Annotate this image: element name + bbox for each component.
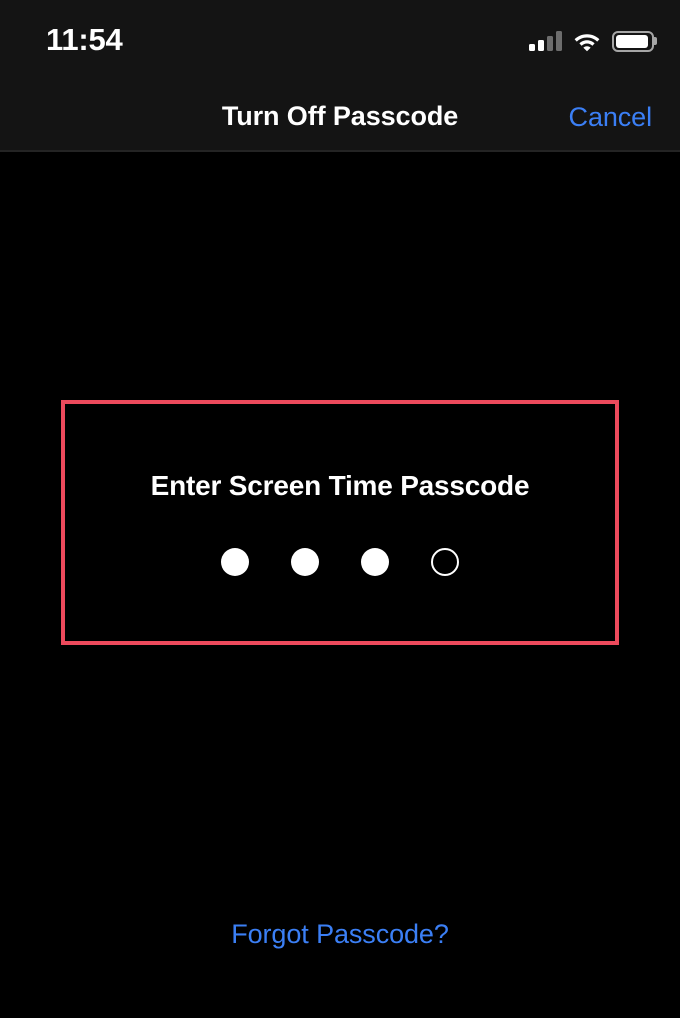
status-bar-time: 11:54: [46, 22, 123, 57]
passcode-dot-1: [221, 548, 249, 576]
passcode-dot-3: [361, 548, 389, 576]
status-bar-icons: [529, 26, 657, 56]
wifi-icon: [573, 31, 601, 52]
passcode-dots-row[interactable]: [0, 548, 680, 576]
status-bar: 11:54: [0, 0, 680, 80]
forgot-passcode-link[interactable]: Forgot Passcode?: [0, 919, 680, 950]
passcode-prompt-label: Enter Screen Time Passcode: [150, 470, 530, 501]
cancel-button[interactable]: Cancel: [569, 102, 653, 133]
passcode-dot-2: [291, 548, 319, 576]
passcode-content-area: Enter Screen Time Passcode Forgot Passco…: [0, 152, 680, 1018]
cellular-signal-icon: [529, 31, 562, 51]
highlight-annotation-box: [61, 400, 619, 645]
passcode-dot-4: [431, 548, 459, 576]
battery-icon: [612, 30, 657, 52]
navigation-bar: Turn Off Passcode Cancel: [0, 80, 680, 150]
iphone-screen: 11:54 Turn Off Passcode Cancel Enter Scr…: [0, 0, 680, 1018]
